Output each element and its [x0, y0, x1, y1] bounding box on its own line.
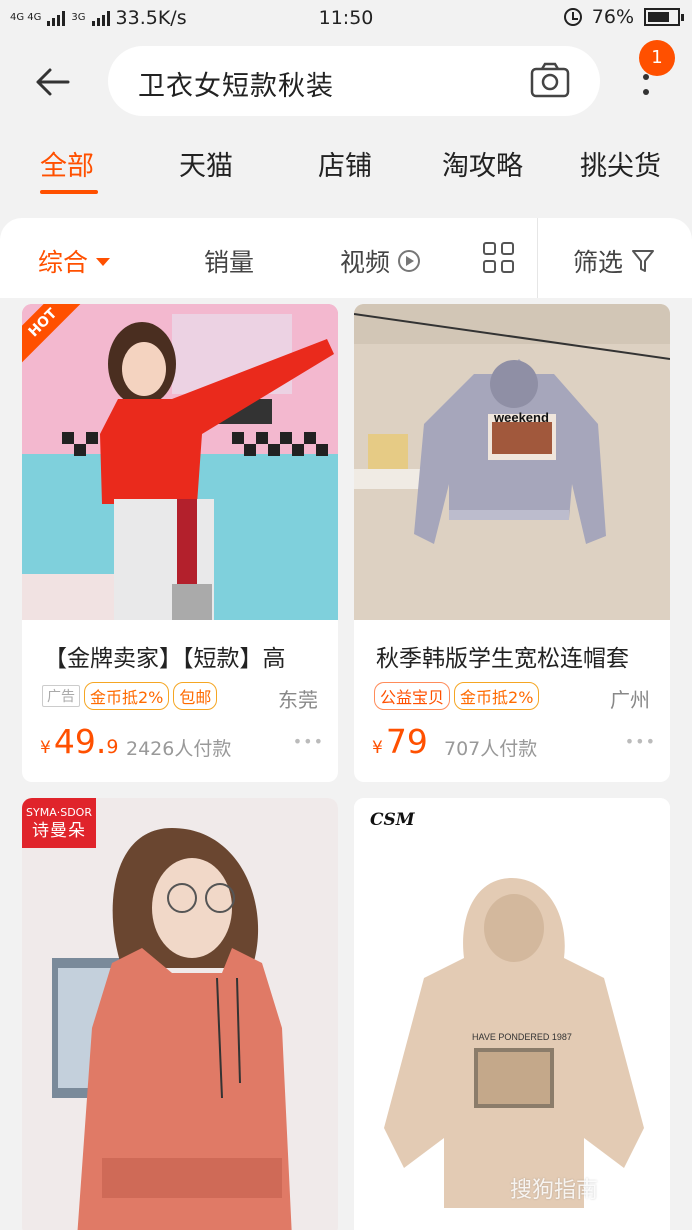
currency-symbol: ¥ [372, 738, 383, 758]
battery-icon [644, 8, 684, 26]
more-dots-icon[interactable]: ••• [625, 732, 656, 751]
filter-button[interactable]: 筛选 [573, 243, 655, 279]
free-shipping-tag: 包邮 [173, 682, 218, 710]
sort-sales[interactable]: 销量 [204, 243, 254, 279]
tab-shops[interactable]: 店铺 [318, 144, 372, 183]
battery-percent: 76% [591, 6, 634, 28]
sales-count: 707人付款 [444, 738, 538, 760]
tab-all[interactable]: 全部 [40, 144, 94, 183]
sort-comprehensive[interactable]: 综合 [38, 243, 111, 279]
divider [537, 218, 538, 298]
product-title[interactable]: 秋季韩版学生宽松连帽套 [376, 639, 666, 673]
product-image[interactable]: HAVE PONDERED 1987 CSM [354, 798, 670, 1230]
more-dots-icon[interactable]: ••• [293, 732, 324, 751]
product-image[interactable]: SYMA·SDOR 诗曼朵 [22, 798, 338, 1230]
product-location: 广州 [610, 688, 650, 712]
product-card[interactable]: SYMA·SDOR 诗曼朵 [22, 798, 338, 1230]
product-image[interactable]: HOT [22, 304, 338, 620]
product-price: ¥ 79 [372, 722, 428, 761]
filter-label: 筛选 [573, 248, 624, 277]
status-bar: 4G 4G 3G 33.5K/s 11:50 76% [0, 0, 692, 38]
tab-selected-goods[interactable]: 挑尖货 [580, 144, 661, 183]
tab-tmall[interactable]: 天猫 [179, 144, 233, 183]
print-text: HAVE PONDERED 1987 [472, 1032, 572, 1042]
alarm-icon [563, 8, 582, 26]
sales-count: 2426人付款 [126, 738, 232, 760]
category-tabs: 全部 天猫 店铺 淘攻略 挑尖货 [0, 140, 692, 200]
filter-icon [632, 250, 655, 272]
tab-guides[interactable]: 淘攻略 [442, 144, 523, 183]
search-query[interactable]: 卫衣女短款秋装 [138, 64, 334, 103]
product-tags: 公益宝贝 金币抵2% [374, 682, 540, 710]
coin-discount-tag: 金币抵2% [84, 682, 170, 710]
product-card[interactable]: HOT 【金牌卖家】【短款】高 广告 金币抵2% 包邮 东莞 ¥ 49. 9 2… [22, 304, 338, 782]
brand-name-cn: 诗曼朵 [32, 821, 86, 841]
play-icon [398, 250, 421, 272]
back-arrow-icon[interactable] [34, 62, 74, 102]
caret-down-icon [96, 258, 111, 266]
print-text: weekend [493, 410, 549, 425]
ad-label: 广告 [42, 685, 80, 707]
currency-symbol: ¥ [40, 738, 51, 758]
camera-icon[interactable] [530, 62, 570, 98]
grid-view-icon[interactable] [483, 242, 515, 274]
sort-comprehensive-label: 综合 [38, 248, 89, 277]
charity-tag: 公益宝贝 [374, 682, 451, 710]
search-bar[interactable]: 卫衣女短款秋装 [108, 46, 600, 116]
sort-video-label: 视频 [340, 248, 391, 277]
price-decimal: 9 [106, 736, 119, 758]
sort-video[interactable]: 视频 [340, 243, 421, 279]
price-integer: 49. [53, 722, 107, 761]
brand-logo: CSM [370, 810, 415, 830]
product-location: 东莞 [278, 688, 318, 712]
coin-discount-tag: 金币抵2% [454, 682, 540, 710]
active-tab-indicator [40, 190, 98, 194]
brand-logo: SYMA·SDOR 诗曼朵 [22, 798, 96, 848]
product-price: ¥ 49. 9 [40, 722, 118, 761]
product-tags: 广告 金币抵2% 包邮 [42, 682, 218, 710]
sort-bar: 综合 销量 视频 筛选 [0, 218, 692, 298]
product-title[interactable]: 【金牌卖家】【短款】高 [44, 639, 334, 673]
product-card[interactable]: weekend 秋季韩版学生宽松连帽套 公益宝贝 金币抵2% 广州 ¥ 79 7… [354, 304, 670, 782]
brand-name-en: SYMA·SDOR [26, 806, 92, 819]
price-integer: 79 [385, 722, 428, 761]
product-card[interactable]: HAVE PONDERED 1987 CSM [354, 798, 670, 1230]
product-image[interactable]: weekend [354, 304, 670, 620]
watermark: 搜狗指南 [510, 1178, 599, 1203]
notification-badge: 1 [639, 40, 675, 76]
